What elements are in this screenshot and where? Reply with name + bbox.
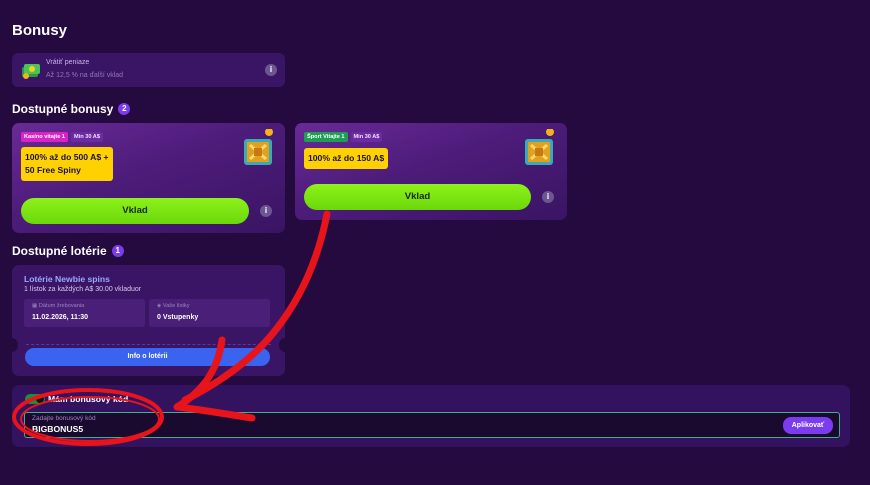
bonus-code-toggle-label: Mám bonusový kód [48, 394, 129, 404]
sport-bonus-info-icon[interactable]: i [542, 191, 554, 203]
tickets-value: 0 Vstupenky [157, 314, 199, 321]
sport-bonus-tags: Šport Vitajte 1 Min 30 A$ [304, 132, 383, 142]
available-lotteries-heading: Dostupné lotérie 1 [12, 244, 124, 258]
cashback-subtitle: Až 12,5 % na ďalší vklad [46, 72, 124, 79]
tickets-label: ◈ Vaše lístky [157, 303, 190, 309]
cashback-title: Vrátiť peniaze [46, 59, 90, 66]
lottery-info-button[interactable]: Info o lotérii [25, 348, 270, 366]
money-stack-icon [22, 64, 40, 79]
casino-bonus-tags: Kasíno vitajte 1 Min 30 A$ [21, 132, 103, 142]
treasure-chest-icon [525, 129, 554, 165]
ticket-notch-left [12, 338, 18, 352]
available-bonuses-count: 2 [118, 103, 131, 115]
tickets-box: ◈ Vaše lístky 0 Vstupenky [149, 299, 270, 327]
casino-offer-line1: 100% až do 500 A$ + [25, 152, 109, 162]
sport-min-deposit-tag: Min 30 A$ [350, 132, 383, 142]
casino-deposit-button[interactable]: Vklad [21, 198, 249, 224]
cashback-info-icon[interactable]: i [265, 64, 277, 76]
casino-welcome-tag: Kasíno vitajte 1 [21, 132, 69, 142]
ticket-icon: ◈ [157, 303, 162, 309]
sport-offer-badge: 100% až do 150 A$ [304, 148, 389, 169]
available-lotteries-count: 1 [111, 245, 124, 257]
calendar-icon: ▦ [32, 303, 38, 309]
draw-date-label: ▦ Dátum žrebovania [32, 303, 85, 309]
casino-offer-line2: 50 Free Spiny [25, 165, 81, 175]
available-bonuses-heading: Dostupné bonusy 2 [12, 102, 131, 116]
bonus-code-toggle[interactable] [25, 394, 45, 404]
ticket-divider [26, 344, 271, 345]
available-lotteries-title: Dostupné lotérie [12, 244, 107, 258]
page-title: Bonusy [12, 22, 68, 39]
cashback-card[interactable]: Vrátiť peniaze Až 12,5 % na ďalší vklad … [12, 53, 285, 87]
bonus-code-panel: Mám bonusový kód Zadajte bonusový kód Ap… [12, 385, 850, 447]
casino-bonus-card: Kasíno vitajte 1 Min 30 A$ 100% až do 50… [12, 123, 285, 233]
bonus-code-field[interactable]: Zadajte bonusový kód Aplikovať [24, 412, 840, 438]
sport-deposit-button[interactable]: Vklad [304, 184, 531, 210]
available-bonuses-title: Dostupné bonusy [12, 102, 114, 116]
draw-date-value: 11.02.2026, 11:30 [32, 314, 89, 321]
casino-bonus-info-icon[interactable]: i [260, 205, 272, 217]
casino-min-deposit-tag: Min 30 A$ [71, 132, 103, 142]
treasure-chest-icon [244, 129, 273, 165]
sport-bonus-card: Šport Vitajte 1 Min 30 A$ 100% až do 150… [295, 123, 567, 220]
apply-bonus-code-button[interactable]: Aplikovať [783, 417, 833, 434]
lottery-description: 1 lístok za každých A$ 30.00 vkladuor [24, 286, 142, 293]
lottery-name[interactable]: Lotérie Newbie spins [24, 274, 110, 284]
draw-date-box: ▦ Dátum žrebovania 11.02.2026, 11:30 [24, 299, 145, 327]
sport-offer-line1: 100% až do 150 A$ [308, 153, 385, 163]
casino-offer-badge: 100% až do 500 A$ + 50 Free Spiny [21, 147, 113, 181]
bonus-code-input[interactable] [32, 424, 332, 434]
ticket-notch-right [279, 338, 285, 352]
bonus-code-placeholder: Zadajte bonusový kód [32, 415, 96, 422]
lottery-card: Lotérie Newbie spins 1 lístok za každých… [12, 265, 285, 376]
sport-welcome-tag: Šport Vitajte 1 [304, 132, 348, 142]
